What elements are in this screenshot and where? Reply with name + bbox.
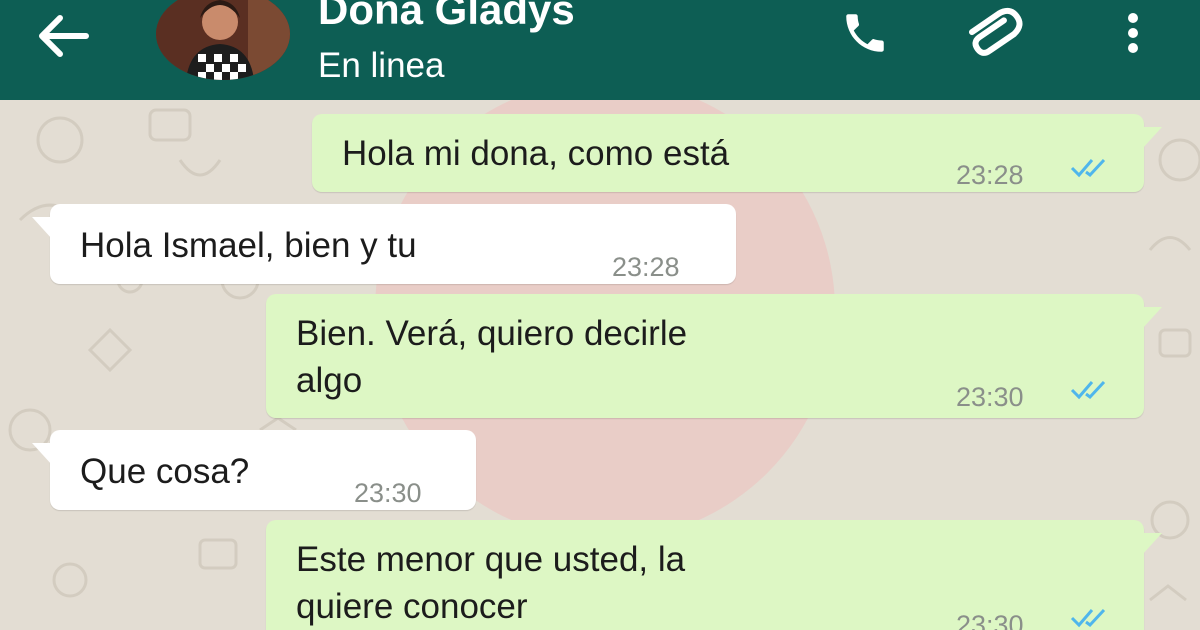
message-text: Hola Ismael, bien y tu [80,226,417,265]
message-list[interactable]: .com Hola mi dona, como está 23:28 Hola … [0,100,1200,630]
message-time: 23:30 [354,478,422,508]
contact-status: En linea [318,46,445,85]
message-text: algo [296,361,363,400]
avatar[interactable] [156,0,290,80]
more-vert-icon [1128,13,1138,53]
message-text: Este menor que usted, la [296,540,686,579]
message-time: 23:28 [612,252,680,282]
message-time: 23:30 [956,610,1024,630]
paperclip-icon [968,7,1023,56]
read-ticks-icon [1070,380,1106,400]
contact-avatar-photo [156,0,290,80]
message-incoming[interactable]: Que cosa? 23:30 [32,430,476,510]
message-outgoing[interactable]: Este menor que usted, la quiere conocer … [266,520,1162,630]
read-ticks-icon [1070,608,1106,628]
message-text: quiere conocer [296,587,528,626]
message-text: Hola mi dona, como está [342,134,730,173]
back-arrow-icon [39,15,89,57]
back-button[interactable] [28,6,98,66]
phone-icon [846,14,884,52]
contact-name[interactable]: Doña Gladys [318,0,575,34]
message-text: Que cosa? [80,452,250,491]
message-text: Bien. Verá, quiero decirle [296,314,688,353]
message-outgoing[interactable]: Hola mi dona, como está 23:28 [312,114,1162,192]
chat-header: Doña Gladys En linea [0,0,1200,100]
call-button[interactable] [832,8,898,58]
message-time: 23:28 [956,160,1024,190]
message-incoming[interactable]: Hola Ismael, bien y tu 23:28 [32,204,736,284]
message-time: 23:30 [956,382,1024,412]
read-ticks-icon [1070,158,1106,178]
more-options-button[interactable] [1116,8,1150,58]
attach-button[interactable] [962,6,1038,62]
chat-screen: Doña Gladys En linea Hola mi dona, como … [0,0,1200,630]
message-outgoing[interactable]: Bien. Verá, quiero decirle algo 23:30 [266,294,1162,418]
